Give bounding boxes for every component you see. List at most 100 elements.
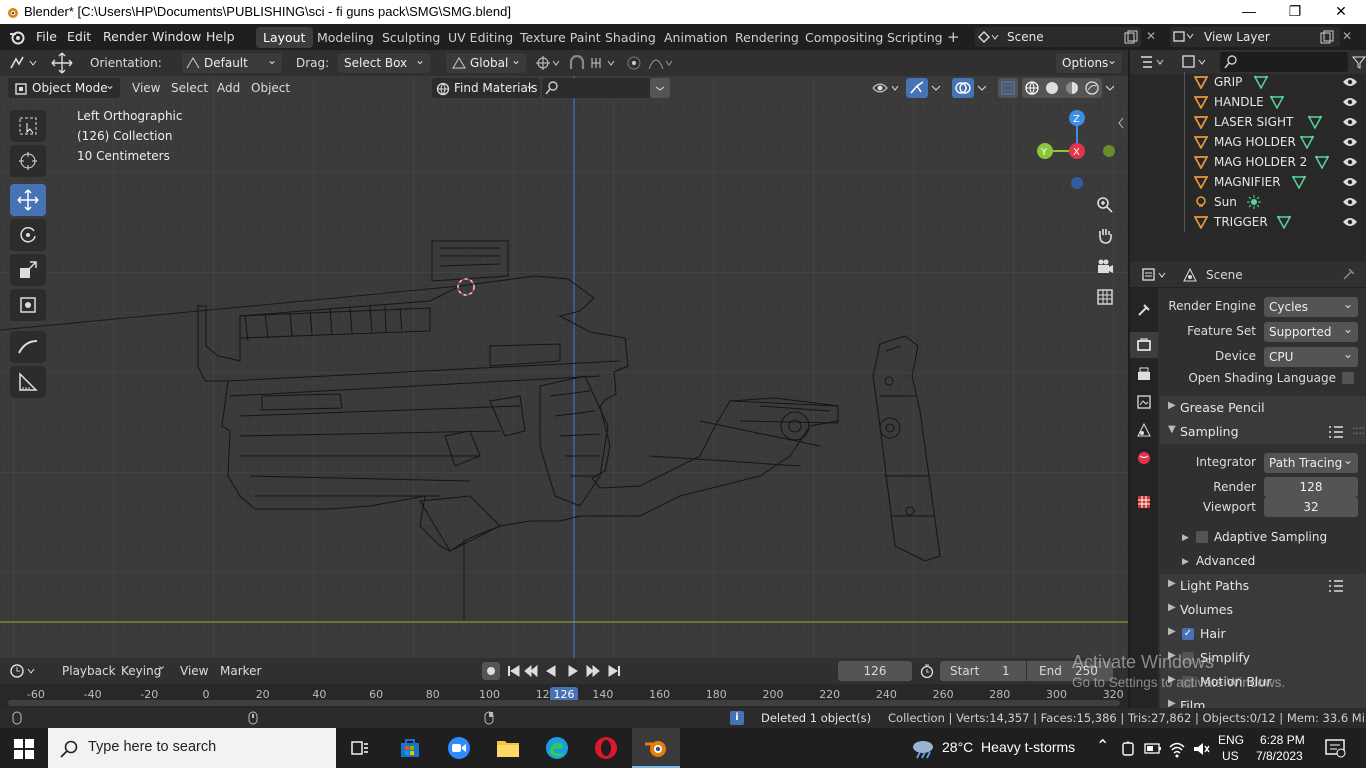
tab-shading[interactable]: Shading xyxy=(598,27,663,48)
tab-modeling[interactable]: Modeling xyxy=(310,27,381,48)
playback-menu[interactable]: Playback xyxy=(62,661,116,681)
render-tab-active[interactable] xyxy=(1130,332,1158,358)
tab-uv-editing[interactable]: UV Editing xyxy=(441,27,520,48)
move-tool-icon[interactable] xyxy=(50,52,74,74)
collapse-sidebar-icon[interactable] xyxy=(1116,116,1126,130)
outliner-item[interactable]: Sun xyxy=(1130,192,1366,212)
minimize-button[interactable]: — xyxy=(1226,0,1272,24)
rendered-shading-icon[interactable] xyxy=(1084,80,1100,96)
outliner-item[interactable]: MAG HOLDER xyxy=(1130,132,1366,152)
feature-set-dropdown[interactable]: Supported xyxy=(1264,319,1358,342)
solid-shading-icon[interactable] xyxy=(1044,80,1060,96)
shading-dropdown-icon[interactable] xyxy=(1104,84,1116,92)
outliner-item[interactable]: MAGNIFIER xyxy=(1130,172,1366,192)
tab-animation[interactable]: Animation xyxy=(657,27,735,48)
mesh-data-icon[interactable] xyxy=(1300,135,1314,149)
camera-view-button[interactable] xyxy=(1092,254,1118,280)
overlays-dropdown-icon[interactable] xyxy=(976,84,988,92)
presets-list-icon[interactable] xyxy=(1328,579,1344,593)
outliner-item[interactable]: GRIP xyxy=(1130,72,1366,92)
close-button[interactable]: ✕ xyxy=(1318,0,1364,24)
visibility-eye-icon[interactable] xyxy=(1342,136,1358,148)
navigation-gizmo[interactable]: Z Y X xyxy=(1030,106,1120,196)
gizmo-toggle-button[interactable] xyxy=(906,78,928,98)
visibility-eye-icon[interactable] xyxy=(1342,76,1358,88)
viewport-samples-field[interactable]: 32 xyxy=(1264,497,1358,517)
opera-browser-button[interactable] xyxy=(590,732,622,764)
gizmo-dropdown-icon[interactable] xyxy=(930,84,942,92)
select-box-tool[interactable] xyxy=(10,110,46,142)
scene-tab-icon[interactable] xyxy=(1136,422,1152,438)
motion-blur-panel[interactable]: ▶ Motion Blur xyxy=(1160,670,1366,694)
menu-render[interactable]: Render xyxy=(103,29,148,44)
add-workspace-button[interactable]: + xyxy=(940,27,967,48)
editor-type-icon[interactable] xyxy=(10,55,40,71)
outliner-item[interactable]: LASER SIGHT xyxy=(1130,112,1366,132)
view-menu[interactable]: View xyxy=(132,78,160,98)
visibility-eye-icon[interactable] xyxy=(1342,176,1358,188)
visibility-eye-icon[interactable] xyxy=(1342,156,1358,168)
timeline-editor-icon[interactable] xyxy=(10,664,40,678)
visibility-filter-icon[interactable] xyxy=(872,80,902,96)
annotate-tool[interactable] xyxy=(10,331,46,363)
volumes-panel[interactable]: ▶ Volumes xyxy=(1160,598,1366,622)
mesh-data-icon[interactable] xyxy=(1292,175,1307,189)
tool-tab-icon[interactable] xyxy=(1136,302,1152,318)
weather-storm-icon[interactable] xyxy=(910,738,936,760)
wireframe-shading-icon[interactable] xyxy=(1024,80,1040,96)
proportional-editing-icon[interactable] xyxy=(626,55,642,71)
scale-tool[interactable] xyxy=(10,254,46,286)
mesh-data-icon[interactable] xyxy=(1254,75,1269,89)
film-panel[interactable]: ▶ Film xyxy=(1160,694,1366,708)
edge-browser-button[interactable] xyxy=(541,732,573,764)
select-menu[interactable]: Select xyxy=(171,78,208,98)
sampling-panel-header[interactable]: ▼ Sampling :::: xyxy=(1160,420,1366,444)
pan-button[interactable] xyxy=(1092,222,1118,248)
move-tool[interactable] xyxy=(10,184,46,216)
visibility-eye-icon[interactable] xyxy=(1342,196,1358,208)
motion-blur-checkbox[interactable] xyxy=(1182,676,1194,688)
render-samples-field[interactable]: 128 xyxy=(1264,477,1358,497)
end-frame-field[interactable]: End 250 xyxy=(1027,661,1113,681)
task-view-button[interactable] xyxy=(344,732,376,764)
auto-key-button[interactable] xyxy=(482,662,500,680)
copy-view-layer-icon[interactable] xyxy=(1320,30,1334,44)
tab-sculpting[interactable]: Sculpting xyxy=(375,27,447,48)
language-code[interactable]: ENG xyxy=(1218,733,1244,747)
material-filter-button[interactable] xyxy=(650,78,670,98)
tab-texture-paint[interactable]: Texture Paint xyxy=(513,27,608,48)
snap-target-icon[interactable] xyxy=(590,55,618,71)
simplify-checkbox[interactable] xyxy=(1182,652,1194,664)
osl-checkbox[interactable] xyxy=(1342,372,1354,384)
overlays-toggle-button[interactable] xyxy=(952,78,974,98)
marker-menu[interactable]: Marker xyxy=(220,661,261,681)
copy-scene-icon[interactable] xyxy=(1124,30,1138,44)
mesh-data-icon[interactable] xyxy=(1277,215,1292,229)
advanced-panel[interactable]: Advanced xyxy=(1196,554,1255,568)
timeline-view-menu[interactable]: View xyxy=(180,661,208,681)
battery-icon[interactable] xyxy=(1144,742,1162,756)
adaptive-sampling-checkbox[interactable] xyxy=(1196,531,1208,543)
device-dropdown[interactable]: CPU xyxy=(1264,344,1358,367)
tab-rendering[interactable]: Rendering xyxy=(728,27,806,48)
hair-panel[interactable]: ▶ ✓ Hair xyxy=(1160,622,1366,646)
taskbar-search-box[interactable]: Type here to search xyxy=(48,728,336,768)
clock-date[interactable]: 7/8/2023 xyxy=(1256,749,1303,763)
volume-muted-icon[interactable] xyxy=(1192,740,1210,758)
menu-edit[interactable]: Edit xyxy=(67,29,91,44)
timeline-ruler[interactable]: -60 -40 -20 0 20 40 60 80 100 120 140 160 180 200 220 2… xyxy=(0,684,1128,708)
notifications-icon[interactable] xyxy=(1324,738,1346,758)
timeline-scrollbar[interactable] xyxy=(8,700,1120,706)
wifi-icon[interactable] xyxy=(1168,740,1186,758)
visibility-eye-icon[interactable] xyxy=(1342,116,1358,128)
xray-toggle-button[interactable] xyxy=(998,78,1018,98)
drag-dropdown[interactable]: Select Box xyxy=(338,50,430,73)
show-hidden-icons-icon[interactable]: ⌃ xyxy=(1096,736,1109,755)
blender-menu-icon[interactable] xyxy=(9,29,25,45)
menu-file[interactable]: File xyxy=(36,29,57,44)
remove-view-layer-icon[interactable]: ✕ xyxy=(1342,29,1352,43)
clock-time[interactable]: 6:28 PM xyxy=(1260,733,1305,747)
object-menu[interactable]: Object xyxy=(251,78,290,98)
hair-checkbox[interactable]: ✓ xyxy=(1182,628,1194,640)
remove-scene-icon[interactable]: ✕ xyxy=(1146,29,1156,43)
